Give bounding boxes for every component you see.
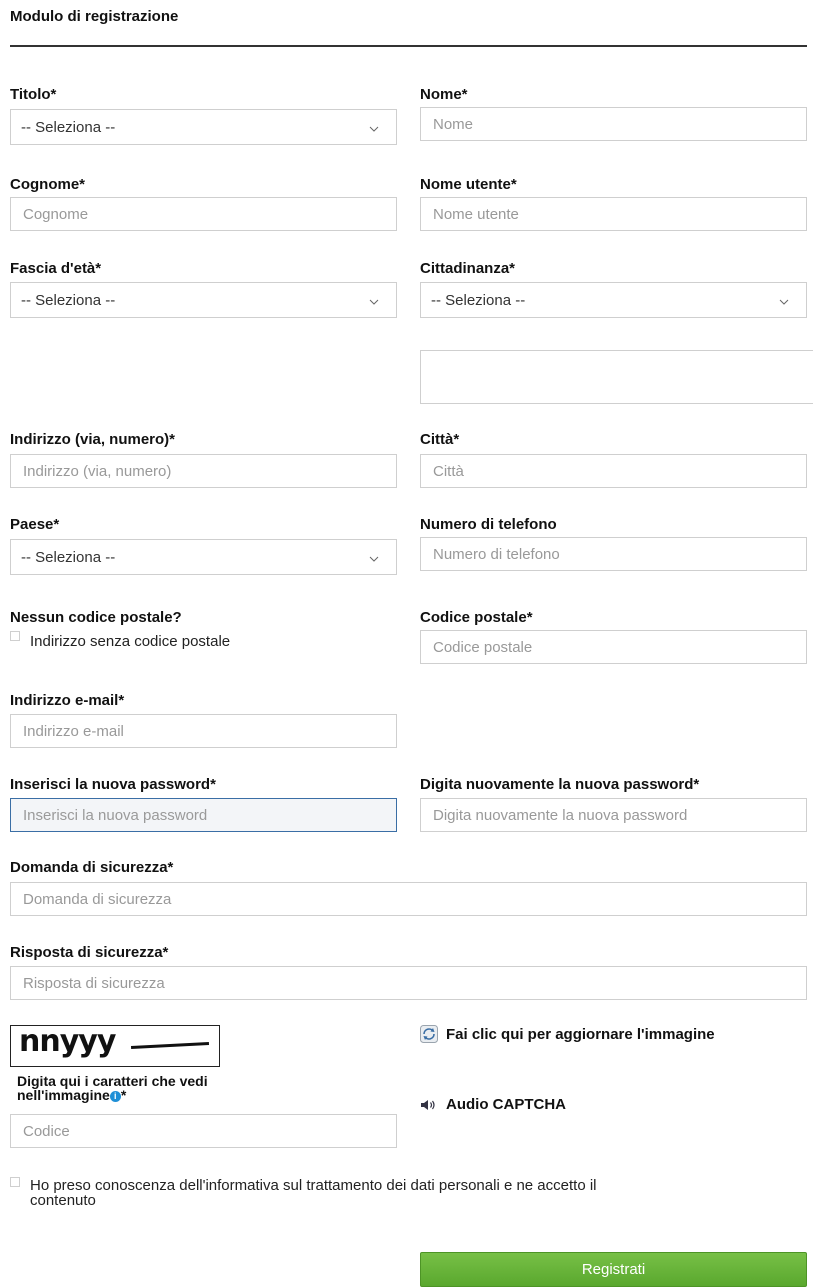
telefono-placeholder: Numero di telefono xyxy=(433,545,560,563)
citta-label: Città* xyxy=(420,431,460,448)
titolo-select[interactable]: -- Seleziona -- xyxy=(10,109,397,145)
captcha-required-star: * xyxy=(120,1087,127,1103)
nome-utente-input[interactable]: Nome utente xyxy=(420,197,807,231)
captcha-instruction-line2-wrap: nell'immagine i * xyxy=(17,1088,208,1102)
nome-utente-label: Nome utente* xyxy=(420,176,517,193)
cap-placeholder: Codice postale xyxy=(433,638,533,656)
refresh-icon xyxy=(420,1025,438,1043)
captcha-image-text: nnyyy xyxy=(19,1025,116,1059)
codice-input[interactable]: Codice xyxy=(10,1114,397,1148)
titolo-select-value: -- Seleziona -- xyxy=(21,118,116,136)
cap-input[interactable]: Codice postale xyxy=(420,630,807,664)
indirizzo-placeholder: Indirizzo (via, numero) xyxy=(23,462,172,480)
chevron-down-icon xyxy=(369,556,379,562)
cognome-input[interactable]: Cognome xyxy=(10,197,397,231)
registrati-button-label: Registrati xyxy=(581,1261,646,1278)
nome-utente-placeholder: Nome utente xyxy=(433,205,519,223)
cittadinanza-extra-box[interactable] xyxy=(420,350,813,404)
privacy-checkbox-label: Ho preso conoscenza dell'informativa sul… xyxy=(30,1178,800,1208)
nessun-cap-label: Nessun codice postale? xyxy=(10,609,182,626)
codice-placeholder: Codice xyxy=(23,1122,70,1140)
info-icon[interactable]: i xyxy=(109,1091,121,1102)
domanda-label: Domanda di sicurezza* xyxy=(10,859,174,876)
titolo-label: Titolo* xyxy=(10,86,57,103)
title-divider xyxy=(10,45,807,47)
domanda-placeholder: Domanda di sicurezza xyxy=(23,890,172,908)
cittadinanza-select[interactable]: -- Seleziona -- xyxy=(420,282,807,318)
password2-placeholder: Digita nuovamente la nuova password xyxy=(433,806,688,824)
fascia-eta-label: Fascia d'età* xyxy=(10,260,102,277)
captcha-instruction-line2: nell'immagine xyxy=(17,1087,110,1103)
privacy-checkbox[interactable] xyxy=(10,1177,20,1187)
cognome-placeholder: Cognome xyxy=(23,205,89,223)
telefono-label: Numero di telefono xyxy=(420,516,557,533)
captcha-strike-line xyxy=(130,1041,210,1050)
password-label: Inserisci la nuova password* xyxy=(10,776,216,793)
risposta-label: Risposta di sicurezza* xyxy=(10,944,169,961)
audio-captcha-label: Audio CAPTCHA xyxy=(446,1096,566,1113)
email-placeholder: Indirizzo e-mail xyxy=(23,722,124,740)
captcha-instruction: Digita qui i caratteri che vedi nell'imm… xyxy=(17,1074,208,1102)
email-label: Indirizzo e-mail* xyxy=(10,692,125,709)
fascia-eta-select[interactable]: -- Seleziona -- xyxy=(10,282,397,318)
telefono-input[interactable]: Numero di telefono xyxy=(420,537,807,571)
domanda-input[interactable]: Domanda di sicurezza xyxy=(10,882,807,916)
indirizzo-label: Indirizzo (via, numero)* xyxy=(10,431,176,448)
password2-input[interactable]: Digita nuovamente la nuova password xyxy=(420,798,807,832)
fascia-eta-select-value: -- Seleziona -- xyxy=(21,291,116,309)
registrati-button[interactable]: Registrati xyxy=(420,1252,807,1287)
refresh-captcha-link[interactable]: Fai clic qui per aggiornare l'immagine xyxy=(420,1025,715,1043)
password-placeholder: Inserisci la nuova password xyxy=(23,806,208,824)
nome-label: Nome* xyxy=(420,86,468,103)
nome-input[interactable]: Nome xyxy=(420,107,807,141)
cittadinanza-label: Cittadinanza* xyxy=(420,260,516,277)
privacy-text-line2: contenuto xyxy=(30,1192,96,1209)
privacy-text-line1: Ho preso conoscenza dell'informativa sul… xyxy=(30,1177,597,1194)
captcha-instruction-line1: Digita qui i caratteri che vedi xyxy=(17,1073,208,1089)
form-title: Modulo di registrazione xyxy=(10,8,179,25)
nome-placeholder: Nome xyxy=(433,115,474,133)
speaker-icon xyxy=(421,1099,435,1110)
risposta-input[interactable]: Risposta di sicurezza xyxy=(10,966,807,1000)
indirizzo-input[interactable]: Indirizzo (via, numero) xyxy=(10,454,397,488)
cittadinanza-select-value: -- Seleziona -- xyxy=(431,291,526,309)
email-input[interactable]: Indirizzo e-mail xyxy=(10,714,397,748)
no-cap-checkbox-label: Indirizzo senza codice postale xyxy=(30,633,231,650)
audio-captcha-link[interactable]: Audio CAPTCHA xyxy=(420,1096,566,1113)
citta-placeholder: Città xyxy=(433,462,464,480)
refresh-captcha-label: Fai clic qui per aggiornare l'immagine xyxy=(446,1025,715,1043)
citta-input[interactable]: Città xyxy=(420,454,807,488)
no-cap-checkbox[interactable] xyxy=(10,631,20,641)
password2-label: Digita nuovamente la nuova password* xyxy=(420,776,700,793)
chevron-down-icon xyxy=(369,299,379,305)
risposta-placeholder: Risposta di sicurezza xyxy=(23,974,165,992)
paese-label: Paese* xyxy=(10,516,60,533)
chevron-down-icon xyxy=(369,126,379,132)
paese-select[interactable]: -- Seleziona -- xyxy=(10,539,397,575)
captcha-image: nnyyy xyxy=(10,1025,220,1067)
cap-label: Codice postale* xyxy=(420,609,533,626)
paese-select-value: -- Seleziona -- xyxy=(21,548,116,566)
password-input[interactable]: Inserisci la nuova password xyxy=(10,798,397,832)
cognome-label: Cognome* xyxy=(10,176,85,193)
chevron-down-icon xyxy=(779,299,789,305)
